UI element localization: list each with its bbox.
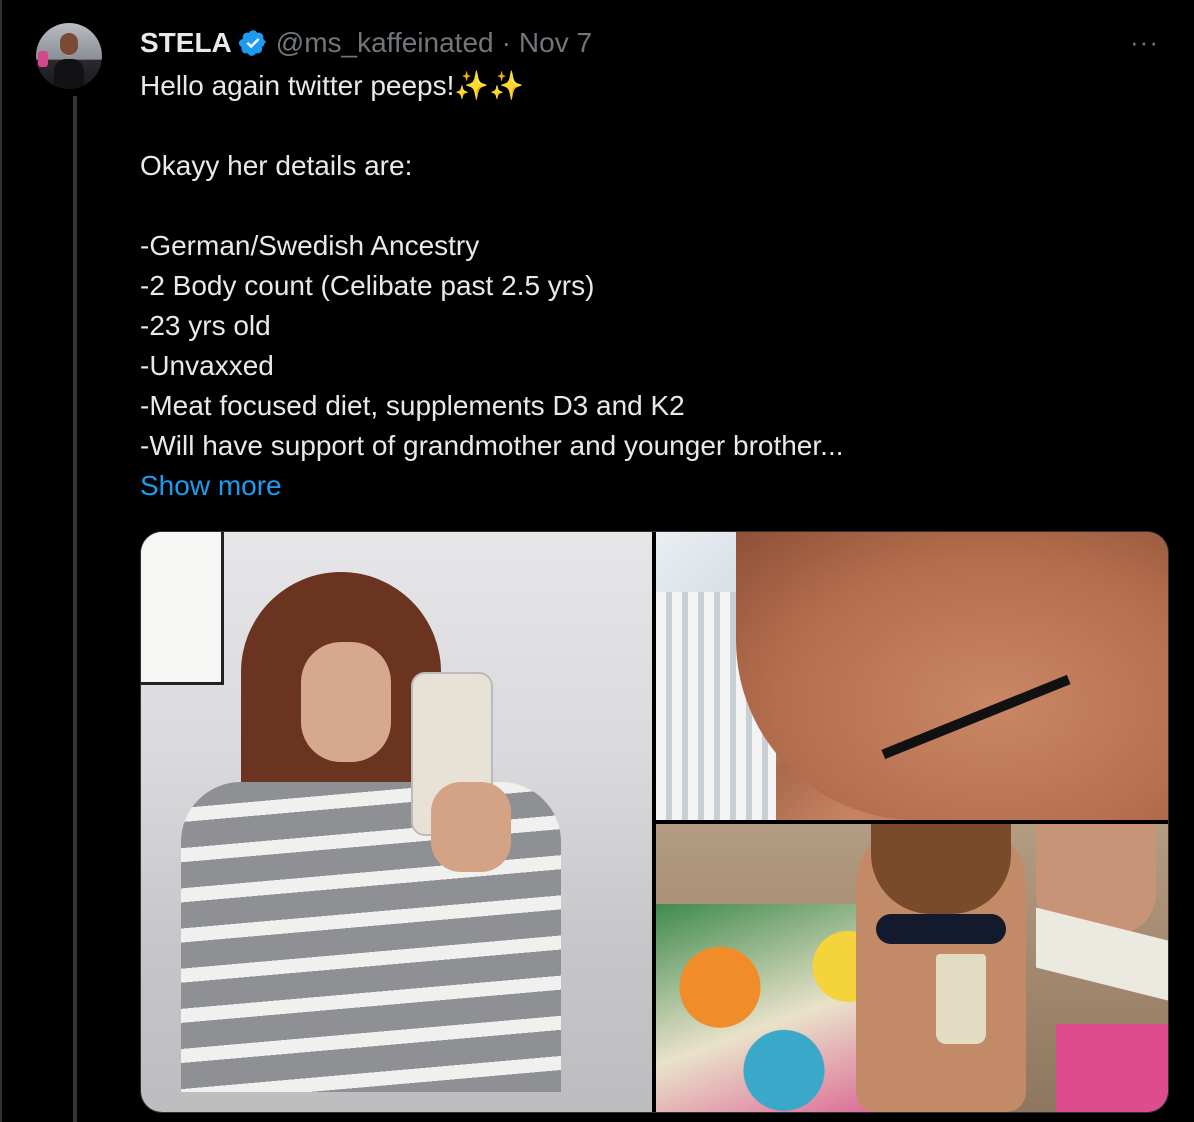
tweet-text-line: Hello again twitter peeps!✨✨ [140, 70, 525, 101]
media-photo-mirror-selfie[interactable] [141, 532, 652, 1112]
tweet-text-line: -German/Swedish Ancestry [140, 230, 480, 261]
tweet-text-line: -2 Body count (Celibate past 2.5 yrs) [140, 270, 595, 301]
tweet-date[interactable]: Nov 7 [519, 27, 592, 59]
tweet[interactable]: STELA @ms_kaffeinated · Nov 7 ··· Hello … [0, 0, 1194, 1122]
tweet-text-line: -23 yrs old [140, 310, 271, 341]
tweet-text-line: -Meat focused diet, supplements D3 and K… [140, 390, 685, 421]
tweet-text-blank [140, 106, 1140, 146]
verified-badge-icon[interactable] [238, 28, 268, 58]
header-separator: · [501, 27, 511, 58]
author-handle[interactable]: @ms_kaffeinated [276, 27, 494, 59]
tweet-header: STELA @ms_kaffeinated · Nov 7 [140, 24, 592, 62]
media-photo-beach[interactable] [656, 824, 1168, 1112]
author-avatar[interactable] [36, 23, 102, 89]
more-options-icon[interactable]: ··· [1130, 29, 1166, 55]
wall-poster [141, 532, 224, 685]
tweet-text-blank [140, 186, 1140, 226]
tweet-text-line: Okayy her details are: [140, 150, 413, 181]
thread-line [73, 96, 77, 1122]
tweet-text: Hello again twitter peeps!✨✨ Okayy her d… [140, 66, 1140, 506]
show-more-link[interactable]: Show more [140, 466, 1140, 506]
timeline-border [0, 0, 2, 1122]
tweet-text-line: -Unvaxxed [140, 350, 274, 381]
tweet-text-line: -Will have support of grandmother and yo… [140, 430, 844, 461]
author-display-name[interactable]: STELA [140, 27, 232, 59]
media-photo-balcony-selfie[interactable] [656, 532, 1168, 820]
media-grid [140, 531, 1169, 1113]
